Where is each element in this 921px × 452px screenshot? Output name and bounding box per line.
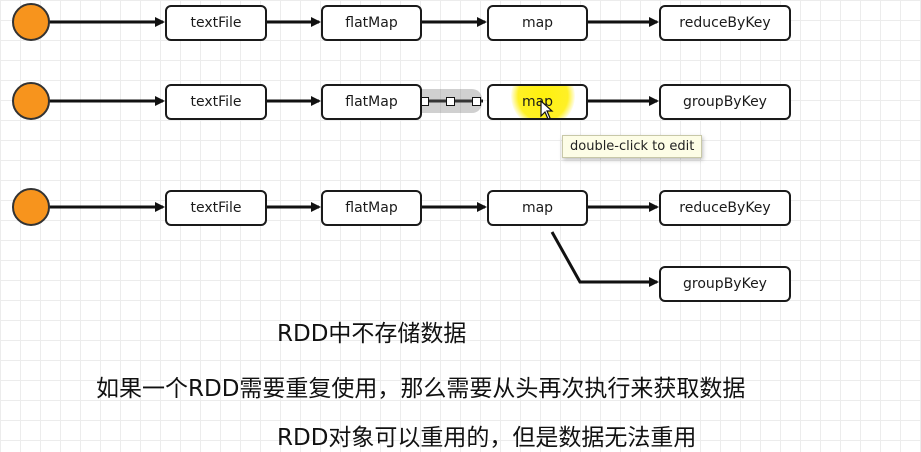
- note-line-2: 如果一个RDD需要重复使用，那么需要从头再次执行来获取数据: [96, 376, 746, 402]
- start-node[interactable]: [12, 3, 50, 41]
- node-textfile[interactable]: textFile: [165, 84, 267, 120]
- node-reducebykey[interactable]: reduceByKey: [659, 190, 791, 226]
- tooltip: double-click to edit: [562, 135, 703, 158]
- start-node[interactable]: [12, 188, 50, 226]
- node-reducebykey[interactable]: reduceByKey: [659, 5, 791, 41]
- node-flatmap[interactable]: flatMap: [321, 84, 422, 120]
- mouse-cursor-icon: [540, 100, 554, 120]
- node-groupbykey[interactable]: groupByKey: [659, 84, 791, 120]
- node-map[interactable]: map: [487, 5, 588, 41]
- node-flatmap[interactable]: flatMap: [321, 5, 422, 41]
- edge-handle[interactable]: [446, 97, 455, 106]
- node-textfile[interactable]: textFile: [165, 190, 267, 226]
- edge-handle[interactable]: [472, 97, 481, 106]
- note-line-3: RDD对象可以重用的，但是数据无法重用: [277, 425, 697, 451]
- node-textfile[interactable]: textFile: [165, 5, 267, 41]
- node-map-selected[interactable]: map: [487, 84, 588, 120]
- node-groupbykey[interactable]: groupByKey: [659, 266, 791, 302]
- note-line-1: RDD中不存储数据: [277, 321, 467, 347]
- start-node[interactable]: [12, 82, 50, 120]
- node-map[interactable]: map: [487, 190, 588, 226]
- edge-branch[interactable]: [550, 231, 659, 287]
- node-flatmap[interactable]: flatMap: [321, 190, 422, 226]
